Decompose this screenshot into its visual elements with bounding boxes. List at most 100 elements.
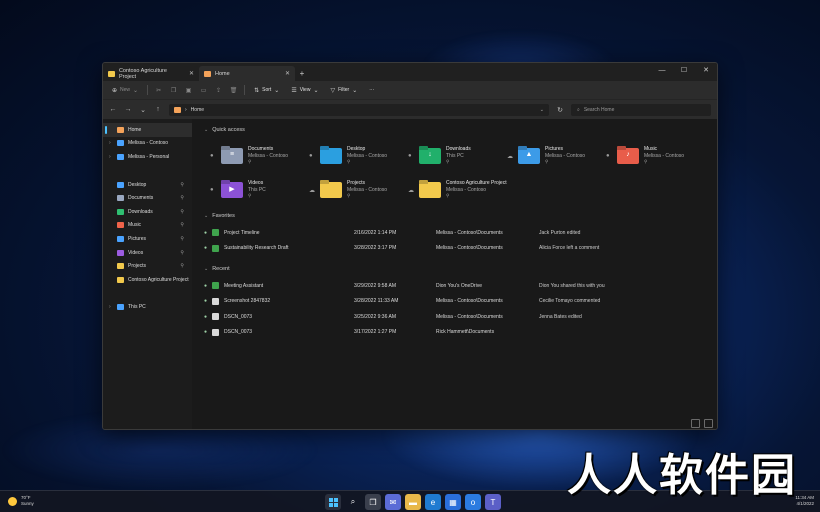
sidebar-item-home[interactable]: Home xyxy=(103,123,192,137)
chat-icon[interactable]: ✉ xyxy=(385,494,401,510)
new-button[interactable]: ⊕ New ⌄ xyxy=(109,87,141,94)
file-location: Melissa - Contoso\Documents xyxy=(436,245,503,252)
section-title: Favorites xyxy=(212,213,235,219)
sidebar-item-melissa-contoso[interactable]: › Melissa - Contoso xyxy=(103,137,192,151)
chevron-down-icon: ⌄ xyxy=(133,87,139,94)
maximize-button[interactable]: ☐ xyxy=(673,63,695,79)
quick-access-header[interactable]: ⌄ Quick access xyxy=(204,123,705,137)
more-options-button[interactable]: ··· xyxy=(366,87,377,93)
sidebar-item-pinned[interactable]: Desktop ⚲ xyxy=(103,178,192,192)
quick-access-item[interactable]: ● ≡ Documents Melissa - Contoso ⚲ xyxy=(210,141,309,171)
file-activity: Cecilie Tomayo commented xyxy=(539,298,601,305)
sidebar-item-label: Desktop xyxy=(128,181,147,188)
file-row[interactable]: ● Sustainability Research Draft 3/28/2022 … xyxy=(204,241,705,257)
filter-button[interactable]: ▽ Filter ⌄ xyxy=(327,87,360,94)
sort-button[interactable]: ⇅ Sort ⌄ xyxy=(251,87,282,94)
pin-icon: ⚲ xyxy=(446,193,450,199)
tab-home[interactable]: Home ✕ xyxy=(199,66,295,81)
start-icon[interactable] xyxy=(325,494,341,510)
close-tab-icon[interactable]: ✕ xyxy=(189,70,194,77)
file-activity: Alicia Force left a comment xyxy=(539,245,600,252)
rename-icon[interactable]: ▭ xyxy=(199,86,208,95)
sidebar-item-pinned[interactable]: Contoso Agriculture Project xyxy=(103,273,192,287)
view-button[interactable]: ☰ View ⌄ xyxy=(288,87,321,94)
details-view-icon[interactable] xyxy=(691,419,700,428)
file-location: Melissa - Contoso\Documents xyxy=(436,298,503,305)
teams-icon[interactable]: T xyxy=(485,494,501,510)
quick-access-item[interactable]: ● ▶ Videos This PC ⚲ xyxy=(210,175,309,205)
recent-header[interactable]: ⌄ Recent xyxy=(204,262,705,276)
tab-label: Home xyxy=(215,70,230,77)
file-explorer-icon[interactable]: ▬ xyxy=(405,494,421,510)
close-tab-icon[interactable]: ✕ xyxy=(285,70,290,77)
file-icon xyxy=(212,282,219,290)
sidebar-item-pinned[interactable]: Downloads ⚲ xyxy=(103,205,192,219)
minimize-button[interactable]: — xyxy=(651,63,673,79)
view-switcher xyxy=(691,419,713,428)
sidebar-item-melissa-personal[interactable]: › Melissa - Personal xyxy=(103,150,192,164)
file-row[interactable]: ● Meeting Assistant 3/29/2022 9:58 AM Dion … xyxy=(204,278,705,294)
chevron-down-icon: ⌄ xyxy=(204,127,209,133)
sync-status-icon: ● xyxy=(204,245,208,252)
quick-access-item[interactable]: ● ♪ Music Melissa - Contoso ⚲ xyxy=(606,141,705,171)
quick-access-item[interactable]: ● Desktop Melissa - Contoso ⚲ xyxy=(309,141,408,171)
chevron-right-icon[interactable]: › xyxy=(109,154,111,160)
paste-icon[interactable]: ▣ xyxy=(184,86,193,95)
forward-arrow-icon[interactable]: → xyxy=(124,106,132,113)
quick-access-item[interactable]: ☁ ▲ Pictures Melissa - Contoso ⚲ xyxy=(507,141,606,171)
outlook-icon[interactable]: o xyxy=(465,494,481,510)
dropdown-chevron-icon[interactable]: ⌄ xyxy=(540,107,544,113)
chevron-right-icon[interactable]: › xyxy=(109,140,111,146)
sidebar-item-pinned[interactable]: Music ⚲ xyxy=(103,219,192,233)
folder-icon: ↓ xyxy=(419,148,441,164)
file-row[interactable]: ● Project Timeline 2/16/2022 1:14 PM Meliss… xyxy=(204,225,705,241)
file-location: Melissa - Contoso\Documents xyxy=(436,313,503,320)
quick-access-item[interactable]: ● ↓ Downloads This PC ⚲ xyxy=(408,141,507,171)
new-tab-button[interactable]: + xyxy=(295,66,309,81)
file-row[interactable]: ● DSCN_0073 3/17/2022 1:27 PM Rick Hammett\… xyxy=(204,325,705,341)
pin-icon: ⚲ xyxy=(446,159,450,165)
recent-chevron-icon[interactable]: ⌄ xyxy=(139,106,147,114)
tab-label: Contoso Agriculture Project xyxy=(118,67,167,80)
file-activity: Dion You shared this with you xyxy=(539,282,605,289)
file-icon xyxy=(212,297,219,305)
window-controls: — ☐ ✕ xyxy=(651,63,717,79)
clock-date: 4/1/2022 xyxy=(796,501,814,506)
sidebar-item-pinned[interactable]: Pictures ⚲ xyxy=(103,232,192,246)
sidebar-item-pinned[interactable]: Projects ⚲ xyxy=(103,259,192,273)
file-row[interactable]: ● DSCN_0073 3/25/2022 9:36 AM Melissa - Con… xyxy=(204,309,705,325)
cut-icon[interactable]: ✂ xyxy=(154,86,163,95)
file-icon xyxy=(212,229,219,237)
search-input[interactable]: ⌕ Search Home xyxy=(571,103,711,116)
up-arrow-icon[interactable]: ↑ xyxy=(154,106,162,113)
search-icon[interactable]: ⌕ xyxy=(345,494,361,510)
delete-icon[interactable]: 🗑 xyxy=(229,86,238,95)
sidebar-item-this-pc[interactable]: › This PC xyxy=(103,301,192,315)
address-path[interactable]: › Home ⌄ xyxy=(169,103,549,116)
home-icon xyxy=(204,70,211,77)
system-clock[interactable]: 11:34 AM 4/1/2022 xyxy=(795,495,814,507)
tab-contoso-agriculture-project[interactable]: Contoso Agriculture Project ✕ xyxy=(103,66,199,81)
cloud-status-icon: ☁ xyxy=(408,187,414,194)
sidebar-item-pinned[interactable]: Videos ⚲ xyxy=(103,246,192,260)
favorites-header[interactable]: ⌄ Favorites xyxy=(204,209,705,223)
file-row[interactable]: ● Screenshot 2847832 3/28/2022 11:33 AM Mel… xyxy=(204,294,705,310)
tiles-view-icon[interactable] xyxy=(704,419,713,428)
back-arrow-icon[interactable]: ← xyxy=(109,106,117,113)
sync-status-icon: ● xyxy=(204,329,208,336)
sidebar-item-pinned[interactable]: Documents ⚲ xyxy=(103,191,192,205)
pin-icon: ⚲ xyxy=(180,222,184,229)
sort-label: Sort xyxy=(262,87,272,93)
share-icon[interactable]: ⇪ xyxy=(214,86,223,95)
quick-access-item[interactable]: ☁ Contoso Agriculture Project Melissa - Co… xyxy=(408,175,507,205)
refresh-icon[interactable]: ↻ xyxy=(556,106,564,114)
store-icon[interactable]: ▦ xyxy=(445,494,461,510)
weather-widget[interactable]: 70°F Sunny xyxy=(8,495,34,507)
copy-icon[interactable]: ❐ xyxy=(169,86,178,95)
edge-icon[interactable]: e xyxy=(425,494,441,510)
quick-access-item[interactable]: ☁ Projects Melissa - Contoso ⚲ xyxy=(309,175,408,205)
close-window-button[interactable]: ✕ xyxy=(695,63,717,79)
chevron-right-icon[interactable]: › xyxy=(109,304,111,310)
task-view-icon[interactable]: ❐ xyxy=(365,494,381,510)
file-name: DSCN_0073 xyxy=(224,329,253,336)
